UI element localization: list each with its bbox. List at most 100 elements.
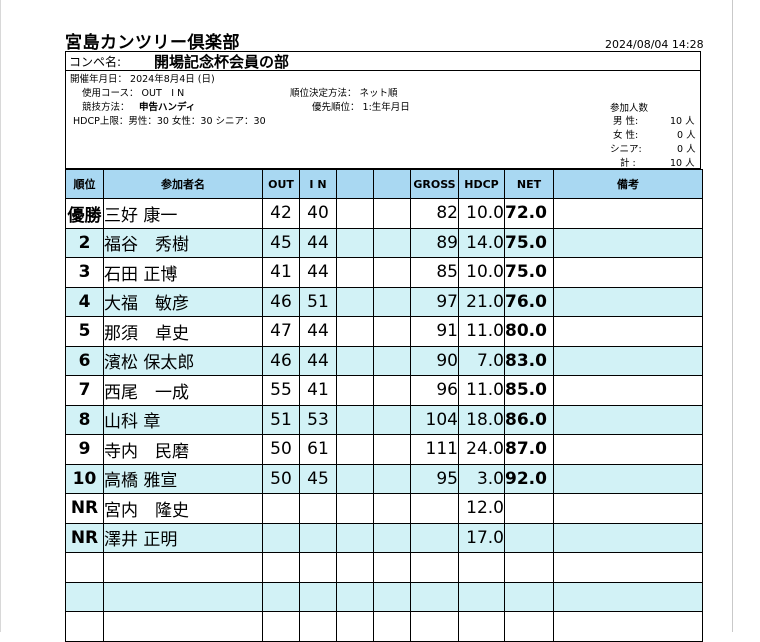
cell-hdcp: 17.0	[458, 522, 505, 553]
cell-blank	[336, 581, 374, 612]
cell-gross: 96	[410, 375, 459, 406]
table-row: 7 西尾 一成 55 41 96 11.0 85.0	[65, 375, 703, 406]
competition-label: コンペ名:	[69, 55, 122, 69]
cell-blank	[373, 286, 411, 317]
cell-blank	[373, 493, 411, 524]
cell-in	[299, 493, 337, 524]
cell-rank: 優勝	[65, 198, 104, 229]
cell-note	[553, 316, 703, 347]
cell-in: 61	[299, 434, 337, 465]
competition-info-box: コンペ名: 開場記念杯会員の部 開催年月日： 2024年8月4日 (日) 使用コ…	[65, 51, 701, 169]
cell-net: 92.0	[504, 463, 554, 494]
cell-gross: 97	[410, 286, 459, 317]
cell-note	[553, 522, 703, 553]
table-row: 2 福谷 秀樹 45 44 89 14.0 75.0	[65, 227, 703, 258]
cell-out	[262, 581, 300, 612]
cell-hdcp: 3.0	[458, 463, 505, 494]
competition-method-value: 申告ハンディ	[139, 102, 196, 113]
cell-name: 三好 康一	[103, 198, 263, 229]
print-datetime: 2024/08/04 14:28	[605, 38, 704, 51]
competition-name: 開場記念杯会員の部	[154, 53, 290, 71]
cell-note	[553, 581, 703, 612]
cell-blank	[336, 552, 374, 583]
header-name: 参加者名	[103, 169, 263, 199]
table-row	[65, 611, 703, 642]
cell-hdcp: 7.0	[458, 345, 505, 376]
cell-rank: 9	[65, 434, 104, 465]
cell-gross	[410, 611, 459, 642]
cell-out: 55	[262, 375, 300, 406]
cell-hdcp	[458, 581, 505, 612]
participants-female-value: 0 人	[677, 130, 696, 141]
header-note: 備考	[553, 169, 703, 199]
participants-title: 参加人数	[610, 103, 649, 114]
cell-hdcp: 11.0	[458, 316, 505, 347]
cell-blank	[336, 198, 374, 229]
header-gross: GROSS	[410, 169, 459, 199]
cell-note	[553, 493, 703, 524]
cell-rank: NR	[65, 522, 104, 553]
header-out: OUT	[262, 169, 300, 199]
cell-net: 87.0	[504, 434, 554, 465]
cell-blank	[373, 227, 411, 258]
cell-note	[553, 404, 703, 435]
cell-hdcp: 11.0	[458, 375, 505, 406]
cell-blank	[336, 493, 374, 524]
header-in: I N	[299, 169, 337, 199]
cell-net: 80.0	[504, 316, 554, 347]
participants-total-value: 10 人	[670, 158, 695, 169]
cell-gross: 111	[410, 434, 459, 465]
cell-name: 濱松 保太郎	[103, 345, 263, 376]
table-header-row: 順位 参加者名 OUT I N GROSS HDCP NET 備考	[65, 169, 703, 199]
cell-net: 83.0	[504, 345, 554, 376]
cell-rank: 8	[65, 404, 104, 435]
cell-name: 福谷 秀樹	[103, 227, 263, 258]
club-name: 宮島カンツリー倶楽部	[65, 33, 240, 53]
table-row	[65, 581, 703, 612]
cell-gross	[410, 522, 459, 553]
cell-blank	[373, 345, 411, 376]
cell-out	[262, 552, 300, 583]
priority-order: 優先順位： 1:生年月日	[312, 102, 410, 113]
cell-blank	[373, 434, 411, 465]
cell-in: 51	[299, 286, 337, 317]
cell-rank: 3	[65, 257, 104, 288]
cell-name	[103, 552, 263, 583]
cell-blank	[373, 581, 411, 612]
cell-rank: 4	[65, 286, 104, 317]
cell-out: 42	[262, 198, 300, 229]
cell-note	[553, 345, 703, 376]
cell-hdcp: 24.0	[458, 434, 505, 465]
cell-in: 44	[299, 227, 337, 258]
cell-in: 44	[299, 257, 337, 288]
cell-gross: 104	[410, 404, 459, 435]
cell-net	[504, 493, 554, 524]
cell-out: 51	[262, 404, 300, 435]
page-edge-divider	[732, 0, 733, 632]
cell-note	[553, 434, 703, 465]
cell-hdcp: 12.0	[458, 493, 505, 524]
cell-blank	[373, 552, 411, 583]
cell-blank	[336, 375, 374, 406]
table-row: 3 石田 正博 41 44 85 10.0 75.0	[65, 257, 703, 288]
table-row: 9 寺内 民磨 50 61 111 24.0 87.0	[65, 434, 703, 465]
cell-hdcp: 18.0	[458, 404, 505, 435]
report-sheet: 宮島カンツリー倶楽部 2024/08/04 14:28 コンペ名: 開場記念杯会…	[0, 0, 760, 642]
cell-out: 47	[262, 316, 300, 347]
cell-name: 山科 章	[103, 404, 263, 435]
cell-out: 46	[262, 345, 300, 376]
cell-note	[553, 552, 703, 583]
cell-in: 53	[299, 404, 337, 435]
results-table: 順位 参加者名 OUT I N GROSS HDCP NET 備考 優勝 三好 …	[65, 169, 703, 642]
header-hdcp: HDCP	[458, 169, 505, 199]
header-rank: 順位	[65, 169, 104, 199]
table-row	[65, 552, 703, 583]
participants-male-label: 男 性:	[613, 116, 639, 127]
table-row: NR 宮内 隆史 12.0	[65, 493, 703, 524]
course-used: 使用コース： OUT I N	[82, 88, 185, 99]
header-blank-1	[336, 169, 374, 199]
competition-name-row: コンペ名: 開場記念杯会員の部	[66, 52, 700, 71]
cell-in	[299, 522, 337, 553]
cell-blank	[373, 316, 411, 347]
participants-female-label: 女 性:	[613, 130, 639, 141]
